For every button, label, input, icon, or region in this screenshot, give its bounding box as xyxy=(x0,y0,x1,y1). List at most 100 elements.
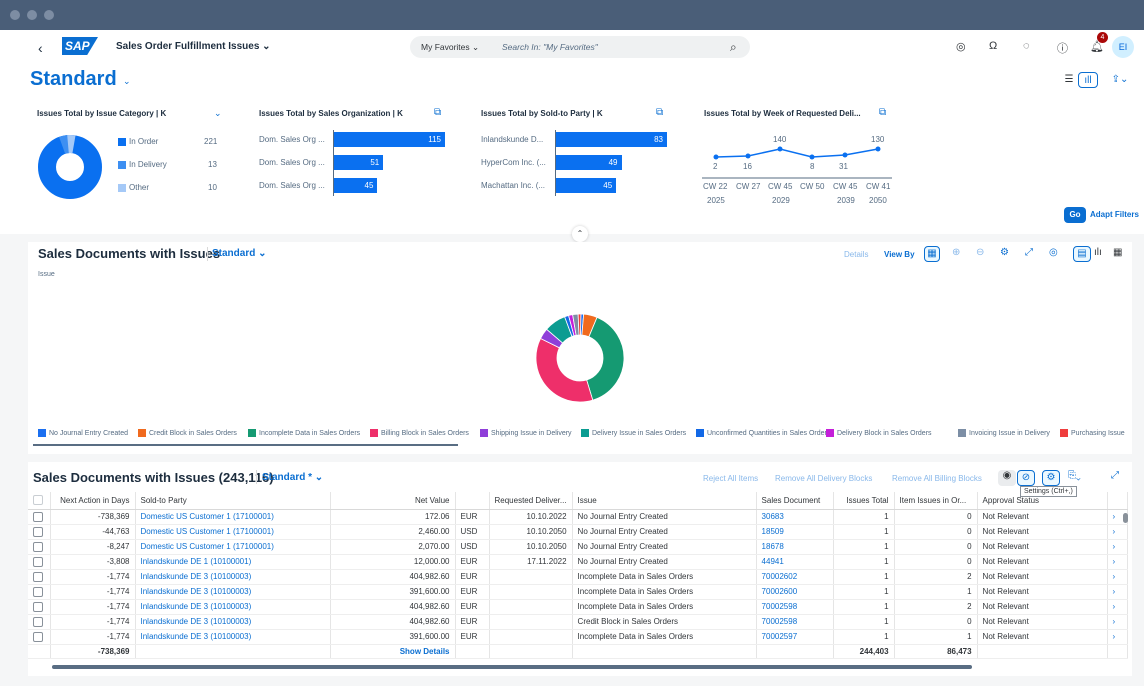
sales-document-link[interactable]: 30683 xyxy=(756,509,834,525)
chevron-right-icon[interactable]: › xyxy=(1113,557,1116,566)
visual-filter-icon[interactable]: ıll xyxy=(1078,72,1098,88)
legend-in-order[interactable]: In Order xyxy=(118,137,158,146)
zoom-out-icon[interactable]: ⊖ xyxy=(976,247,984,258)
row-nav[interactable]: › xyxy=(1107,554,1128,570)
row-checkbox[interactable] xyxy=(28,509,51,525)
export-icon[interactable]: ⎘⌄ xyxy=(1068,470,1081,481)
chart-variant-select[interactable]: Standard ⌄ xyxy=(212,248,267,259)
legend-item[interactable]: Delivery Issue in Sales Orders xyxy=(581,429,686,437)
go-button[interactable]: Go xyxy=(1064,207,1086,223)
row-checkbox[interactable] xyxy=(28,584,51,600)
share-icon[interactable]: ⇪⌄ xyxy=(1108,72,1132,88)
legend-item[interactable]: Purchasing Issue xyxy=(1060,429,1125,437)
sold-to-party-link[interactable]: Inlandskunde DE 3 (10100003) xyxy=(135,629,331,645)
chart-type-icon[interactable]: ◎ xyxy=(1049,247,1058,258)
sales-document-link[interactable]: 18678 xyxy=(756,539,834,555)
sold-to-party-link[interactable]: Domestic US Customer 1 (17100001) xyxy=(135,524,331,540)
sales-document-link[interactable]: 70002600 xyxy=(756,584,834,600)
details-button[interactable]: Details xyxy=(844,250,868,259)
col-next-action[interactable]: Next Action in Days xyxy=(50,492,136,510)
chart-view-icon[interactable]: ▤ xyxy=(1073,246,1091,262)
chevron-right-icon[interactable]: › xyxy=(1113,617,1116,626)
bar[interactable]: 51 xyxy=(334,155,384,170)
legend-item[interactable]: Billing Block in Sales Orders xyxy=(370,429,469,437)
sales-document-link[interactable]: 70002597 xyxy=(756,629,834,645)
sales-document-link[interactable]: 70002598 xyxy=(756,614,834,630)
help-icon[interactable]: ⓘ xyxy=(1057,40,1068,56)
show-details-link[interactable]: Show Details xyxy=(330,643,456,659)
row-nav[interactable]: › xyxy=(1107,539,1128,555)
col-issues-total[interactable]: Issues Total xyxy=(833,492,895,510)
bar[interactable]: 83 xyxy=(556,132,667,147)
checkbox[interactable] xyxy=(33,556,43,567)
col-item-issues[interactable]: Item Issues in Or... xyxy=(894,492,978,510)
donut-slice[interactable] xyxy=(586,316,625,401)
sales-document-link[interactable]: 70002602 xyxy=(756,569,834,585)
table-row[interactable]: -1,774 Inlandskunde DE 3 (10100003) 391,60… xyxy=(28,584,1128,600)
row-checkbox[interactable] xyxy=(28,554,51,570)
week-point[interactable] xyxy=(777,146,783,152)
sales-document-link[interactable]: 70002598 xyxy=(756,599,834,615)
row-nav[interactable]: › xyxy=(1107,569,1128,585)
week-point[interactable] xyxy=(875,146,881,152)
row-nav[interactable]: › xyxy=(1107,524,1128,540)
table-row[interactable]: -3,808 Inlandskunde DE 1 (10100001) 12,000… xyxy=(28,554,1128,570)
sales-document-link[interactable]: 44941 xyxy=(756,554,834,570)
legend-other[interactable]: Other xyxy=(118,183,149,192)
remove-all-billing-blocks-button[interactable]: Remove All Billing Blocks xyxy=(892,474,982,483)
chevron-right-icon[interactable]: › xyxy=(1113,542,1116,551)
reject-all-items-button[interactable]: Reject All Items xyxy=(703,474,758,483)
legend-item[interactable]: Shipping Issue in Delivery xyxy=(480,429,572,437)
hide-icon[interactable]: ⊘ xyxy=(1017,470,1035,486)
row-nav[interactable]: › xyxy=(1107,584,1128,600)
legend-item[interactable]: Unconfirmed Quantities in Sales Orders xyxy=(696,429,830,437)
legend-item[interactable]: Delivery Block in Sales Orders xyxy=(826,429,932,437)
headset-icon[interactable]: Ω xyxy=(989,40,997,52)
checkbox[interactable] xyxy=(33,571,43,582)
search-scope-select[interactable]: My Favorites ⌄ xyxy=(421,42,479,53)
zoom-in-icon[interactable]: ⊕ xyxy=(952,247,960,258)
col-net-value[interactable]: Net Value xyxy=(330,492,456,510)
feedback-icon[interactable]: ◌ xyxy=(1023,40,1030,52)
row-checkbox[interactable] xyxy=(28,524,51,540)
table-view-icon[interactable]: ▦ xyxy=(1113,247,1122,258)
checkbox[interactable] xyxy=(33,586,43,597)
row-checkbox[interactable] xyxy=(28,614,51,630)
chevron-right-icon[interactable]: › xyxy=(1113,572,1116,581)
joule-icon[interactable]: ◎ xyxy=(956,40,966,53)
table-row[interactable]: -44,763 Domestic US Customer 1 (17100001)… xyxy=(28,524,1128,540)
chevron-right-icon[interactable]: › xyxy=(1113,527,1116,536)
compact-filter-icon[interactable]: ☰ xyxy=(1062,72,1076,88)
legend-item[interactable]: No Journal Entry Created xyxy=(38,429,128,437)
bar[interactable]: 45 xyxy=(556,178,617,193)
avatar[interactable]: EI xyxy=(1112,36,1134,58)
col-requested-delivery[interactable]: Requested Deliver... xyxy=(489,492,573,510)
window-minimize-dot[interactable] xyxy=(27,10,37,20)
settings-icon[interactable]: ⚙ xyxy=(1000,247,1009,258)
open-in-new-icon[interactable]: ⧉ xyxy=(656,107,663,118)
checkbox[interactable] xyxy=(33,511,43,522)
fullscreen-icon[interactable]: ⤢ xyxy=(1111,470,1119,481)
eye-icon[interactable]: ◉ xyxy=(998,470,1016,486)
horizontal-scrollbar[interactable] xyxy=(52,665,972,669)
row-checkbox[interactable] xyxy=(28,629,51,645)
checkbox[interactable] xyxy=(33,631,43,642)
app-title[interactable]: Sales Order Fulfillment Issues ⌄ xyxy=(116,41,271,52)
checkbox[interactable] xyxy=(33,526,43,537)
week-point[interactable] xyxy=(713,154,719,160)
vertical-scrollbar[interactable] xyxy=(1123,513,1128,523)
variant-chevron-down-icon[interactable]: ⌄ xyxy=(123,76,131,87)
row-nav[interactable]: › xyxy=(1107,599,1128,615)
search-icon[interactable]: ⌕ xyxy=(730,40,737,55)
chevron-right-icon[interactable]: › xyxy=(1113,587,1116,596)
sold-to-party-link[interactable]: Inlandskunde DE 3 (10100003) xyxy=(135,614,331,630)
col-approval-status[interactable]: Approval Status xyxy=(977,492,1108,510)
table-row[interactable]: -8,247 Domestic US Customer 1 (17100001) 2… xyxy=(28,539,1128,555)
legend-scrollbar[interactable] xyxy=(33,444,458,446)
select-all-checkbox[interactable] xyxy=(28,492,51,510)
card-chevron-down-icon[interactable]: ⌄ xyxy=(214,108,222,119)
back-icon[interactable]: ‹ xyxy=(38,40,43,56)
legend-toggle-icon[interactable]: ▦ xyxy=(924,246,940,262)
week-point[interactable] xyxy=(745,153,751,159)
bar[interactable]: 45 xyxy=(334,178,378,193)
